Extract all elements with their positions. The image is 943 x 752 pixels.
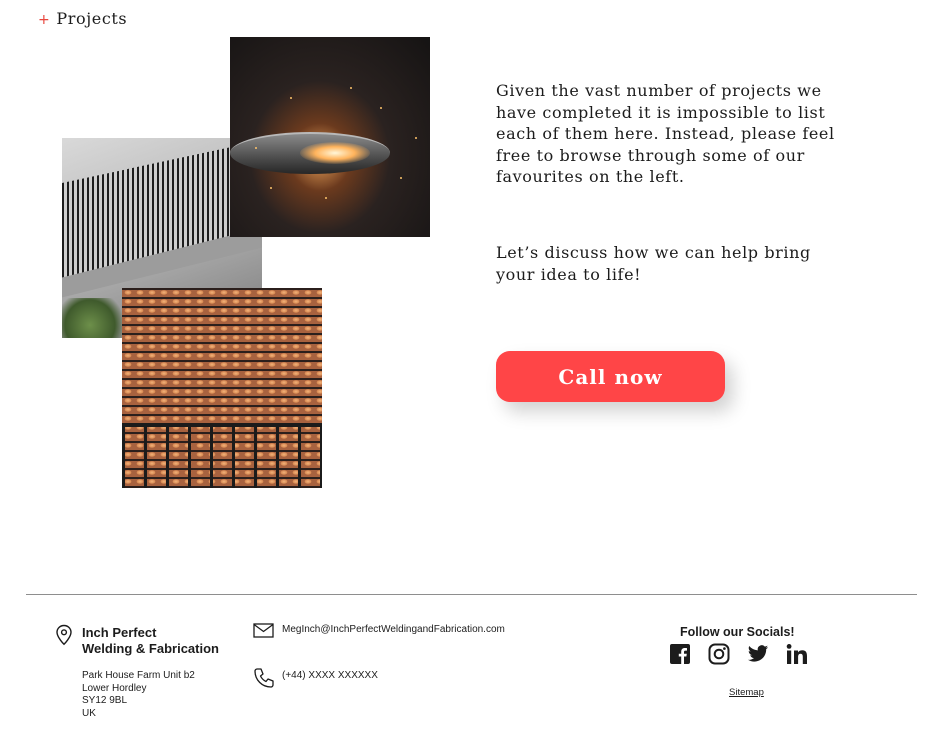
instagram-icon[interactable] [708,643,732,667]
phone-icon [253,667,275,689]
facebook-icon[interactable] [669,643,693,667]
cta-paragraph: Let’s discuss how we can help bring your… [496,243,811,284]
socials-heading: Follow our Socials! [680,625,795,639]
footer-divider [26,594,917,595]
call-now-button[interactable]: Call now [496,351,725,402]
company-name: Inch Perfect Welding & Fabrication [82,625,219,656]
twitter-icon[interactable] [747,643,771,667]
location-pin-icon [55,624,73,646]
envelope-icon [253,623,274,638]
plus-icon: + [38,12,51,28]
metal-mesh-panel-photo [122,288,322,488]
linkedin-icon[interactable] [786,643,810,667]
section-title: + Projects [38,9,127,28]
intro-paragraph: Given the vast number of projects we hav… [496,81,835,186]
company-address: Park House Farm Unit b2 Lower Hordley SY… [82,670,195,719]
email-link[interactable]: MegInch@InchPerfectWeldingandFabrication… [282,624,505,635]
welding-sparks-photo [230,37,430,237]
phone-link[interactable]: (+44) XXXX XXXXXX [282,670,378,681]
sitemap-link[interactable]: Sitemap [729,687,764,698]
section-title-text: Projects [56,9,128,28]
